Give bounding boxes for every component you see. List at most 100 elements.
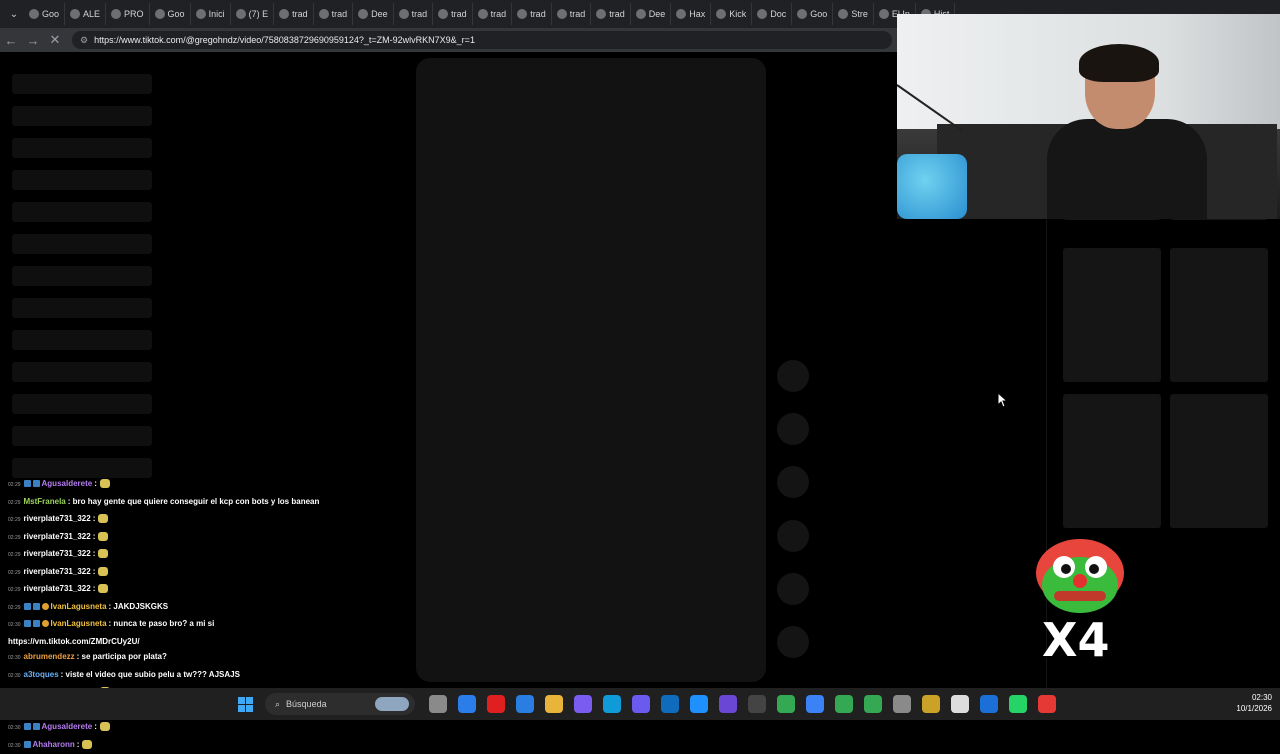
browser-tab[interactable]: Kick: [711, 3, 752, 25]
video-action-button[interactable]: [777, 413, 809, 445]
chat-message: 02:29riverplate731_322:: [8, 511, 408, 529]
back-arrow-icon[interactable]: ←: [0, 33, 22, 48]
chat-username[interactable]: riverplate731_322: [24, 549, 91, 558]
chat-text: :: [93, 532, 96, 541]
whatsapp-icon[interactable]: [1009, 695, 1027, 713]
tab-label: Kick: [729, 9, 746, 19]
clock-time: 02:30: [1236, 692, 1272, 703]
sidebar-item-skeleton: [12, 426, 152, 446]
chat-timestamp: 02:30: [8, 673, 21, 679]
copilot-icon[interactable]: [458, 695, 476, 713]
sidebar-item-skeleton: [12, 170, 152, 190]
site-info-icon[interactable]: ⚙: [80, 35, 88, 46]
tab-favicon-icon: [478, 9, 488, 19]
tab-favicon-icon: [596, 9, 606, 19]
chat-badge-icon: [33, 480, 40, 487]
video-action-button[interactable]: [777, 466, 809, 498]
browser-tab[interactable]: ALE: [65, 3, 106, 25]
browser-tab[interactable]: Doc: [752, 3, 792, 25]
browser-tab[interactable]: trad: [433, 3, 473, 25]
chat-username[interactable]: Agusalderete: [42, 479, 93, 488]
chat-username[interactable]: riverplate731_322: [24, 567, 91, 576]
browser-tab[interactable]: Goo: [24, 3, 65, 25]
chrome-icon[interactable]: [777, 695, 795, 713]
tab-label: Goo: [168, 9, 185, 19]
browser-tab[interactable]: trad: [314, 3, 354, 25]
browser-tab[interactable]: Inici: [191, 3, 231, 25]
chat-username[interactable]: MstFranela: [24, 497, 66, 506]
browser-tab[interactable]: trad: [591, 3, 631, 25]
browser-tab[interactable]: Hax: [671, 3, 711, 25]
microsoft-store-icon[interactable]: [516, 695, 534, 713]
video-player-placeholder[interactable]: [416, 58, 766, 682]
forward-arrow-icon[interactable]: →: [22, 33, 44, 48]
chrome-profile-icon[interactable]: [864, 695, 882, 713]
chat-text: https://vm.tiktok.com/ZMDrCUy2U/: [8, 637, 140, 646]
settings-icon[interactable]: [893, 695, 911, 713]
video-action-button[interactable]: [777, 573, 809, 605]
windows-start-icon[interactable]: [238, 697, 253, 712]
file-explorer-icon[interactable]: [545, 695, 563, 713]
browser-tab[interactable]: Dee: [353, 3, 394, 25]
browser-tab[interactable]: trad: [274, 3, 314, 25]
chat-username[interactable]: riverplate731_322: [24, 514, 91, 523]
related-video-thumb[interactable]: [1063, 248, 1161, 382]
chat-text: :: [93, 584, 96, 593]
tab-search-icon[interactable]: ⌄: [4, 9, 24, 20]
chat-username[interactable]: riverplate731_322: [24, 584, 91, 593]
chat-badge-icon: [24, 723, 31, 730]
chat-username[interactable]: IvanLagusneta: [51, 602, 107, 611]
tab-label: trad: [491, 9, 507, 19]
task-view-icon[interactable]: [429, 695, 447, 713]
system-clock[interactable]: 02:30 10/1/2026: [1236, 692, 1272, 714]
browser-tab[interactable]: PRO: [106, 3, 150, 25]
terminal-icon[interactable]: [748, 695, 766, 713]
chrome-profile-icon[interactable]: [835, 695, 853, 713]
recording-icon[interactable]: [1038, 695, 1056, 713]
loading-stop-icon[interactable]: ✕: [44, 32, 66, 48]
discord-icon[interactable]: [632, 695, 650, 713]
notepad-icon[interactable]: [806, 695, 824, 713]
video-action-button[interactable]: [777, 626, 809, 658]
url-field[interactable]: ⚙ https://www.tiktok.com/@gregohndz/vide…: [72, 31, 892, 49]
chat-username[interactable]: Agusalderete: [42, 722, 93, 731]
outlook-icon[interactable]: [980, 695, 998, 713]
chat-username[interactable]: abrumendezz: [24, 652, 75, 661]
tab-label: PRO: [124, 9, 144, 19]
browser-tab[interactable]: Stre: [833, 3, 874, 25]
sidebar-item-skeleton: [12, 298, 152, 318]
pen-icon[interactable]: [574, 695, 592, 713]
capcut-icon[interactable]: [951, 695, 969, 713]
folder-icon[interactable]: [922, 695, 940, 713]
video-action-button[interactable]: [777, 360, 809, 392]
app-grid-icon[interactable]: [719, 695, 737, 713]
browser-tab[interactable]: trad: [512, 3, 552, 25]
ccleaner-icon[interactable]: [690, 695, 708, 713]
tab-label: trad: [412, 9, 428, 19]
browser-tab[interactable]: Goo: [792, 3, 833, 25]
chat-badge-icon: [42, 603, 49, 610]
taskbar-search-field[interactable]: ⌕ Búsqueda: [265, 693, 415, 715]
word-icon[interactable]: [661, 695, 679, 713]
browser-tab[interactable]: trad: [473, 3, 513, 25]
opera-icon[interactable]: [487, 695, 505, 713]
chat-username[interactable]: riverplate731_322: [24, 532, 91, 541]
chat-message: 02:29riverplate731_322:: [8, 564, 408, 582]
tab-label: Dee: [649, 9, 666, 19]
browser-tab[interactable]: trad: [552, 3, 592, 25]
browser-tab[interactable]: Goo: [150, 3, 191, 25]
tab-favicon-icon: [797, 9, 807, 19]
browser-tab[interactable]: (7) E: [231, 3, 275, 25]
browser-tab[interactable]: Dee: [631, 3, 672, 25]
related-video-thumb[interactable]: [1170, 248, 1268, 382]
chat-badge-icon: [33, 620, 40, 627]
chat-username[interactable]: IvanLagusneta: [51, 619, 107, 628]
chat-username[interactable]: a3toques: [24, 670, 59, 679]
related-video-thumb[interactable]: [1063, 394, 1161, 528]
edge-icon[interactable]: [603, 695, 621, 713]
browser-tab[interactable]: trad: [394, 3, 434, 25]
chat-username[interactable]: Ahaharonn: [33, 740, 75, 749]
search-highlight-icon: [375, 697, 409, 711]
video-action-button[interactable]: [777, 520, 809, 552]
related-video-thumb[interactable]: [1170, 394, 1268, 528]
